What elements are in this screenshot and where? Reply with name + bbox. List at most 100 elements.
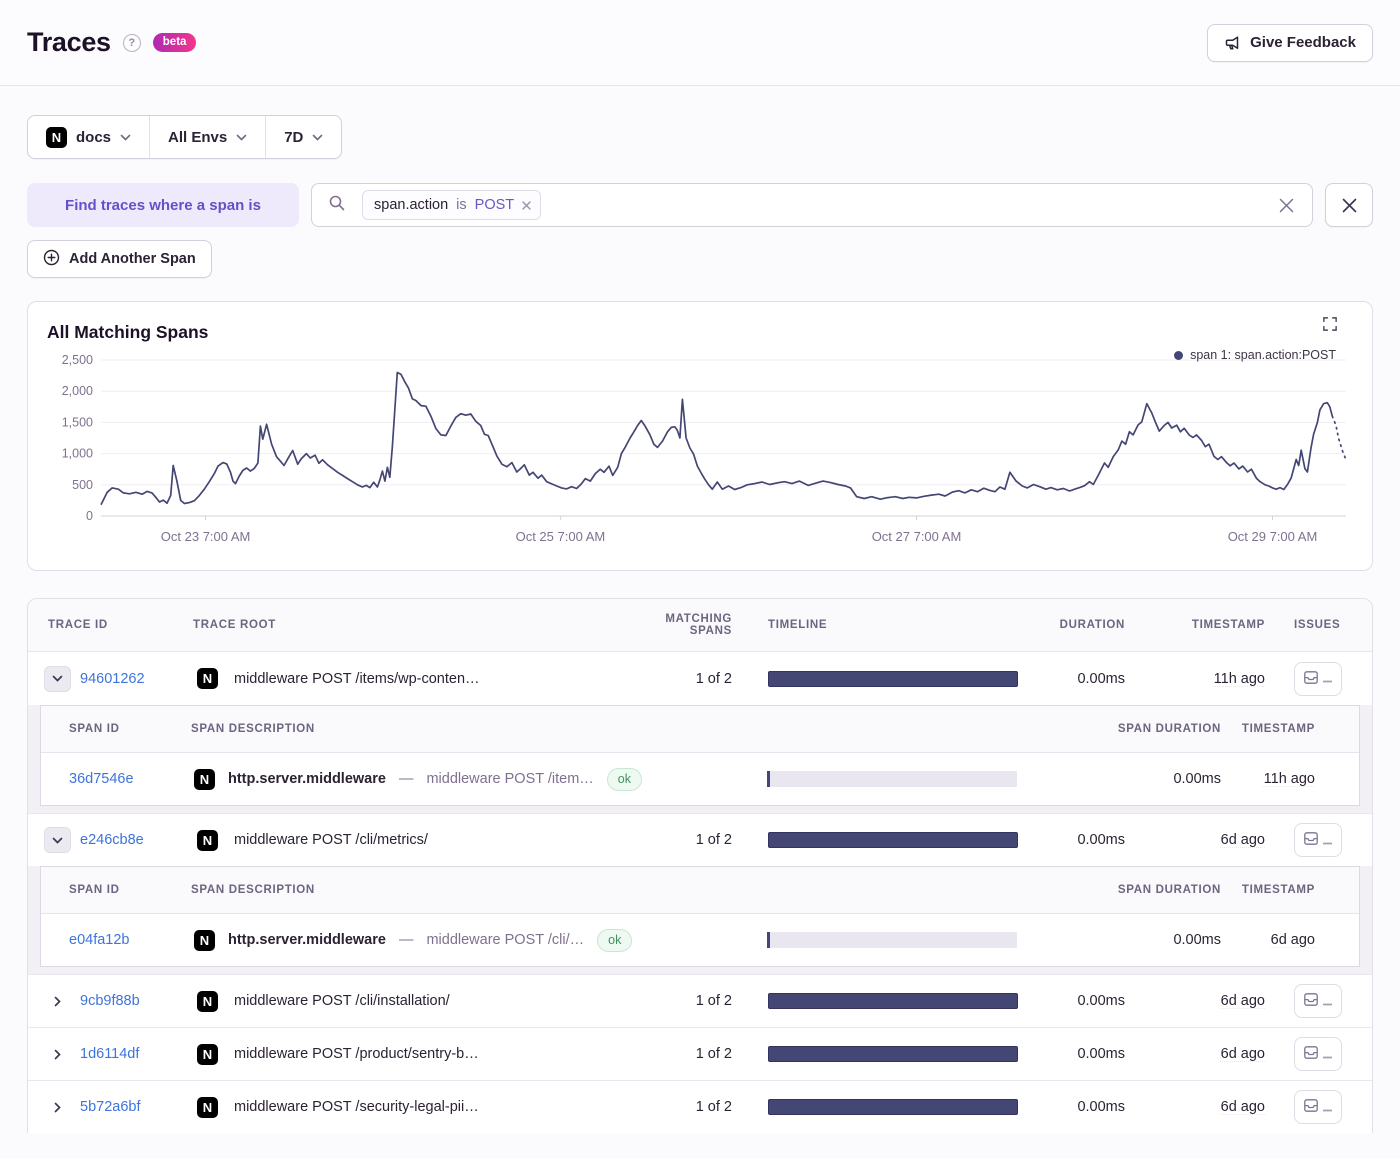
chart-legend[interactable]: span 1: span.action:POST — [1174, 348, 1336, 362]
span-duration-value: 0.00ms — [1036, 771, 1221, 787]
date-range-filter[interactable]: 7D — [265, 116, 341, 158]
trace-row: 5b72a6bf N middleware POST /security-leg… — [28, 1080, 1372, 1133]
nextjs-project-icon: N — [197, 668, 218, 689]
col-header-span-id: SPAN ID — [41, 723, 191, 735]
nextjs-project-icon: N — [194, 769, 215, 790]
inbox-icon — [1304, 671, 1318, 687]
nextjs-project-icon: N — [197, 830, 218, 851]
timestamp-value: 11h ago — [1214, 671, 1265, 687]
expand-row-button[interactable] — [44, 666, 71, 692]
span-timeline-tick — [767, 932, 770, 948]
svg-text:1,500: 1,500 — [62, 415, 93, 429]
add-another-span-label: Add Another Span — [69, 251, 196, 267]
col-header-timestamp: TIMESTAMP — [1137, 619, 1277, 631]
span-timeline-bar[interactable] — [767, 932, 1017, 948]
give-feedback-button[interactable]: Give Feedback — [1207, 24, 1373, 62]
trace-id-link[interactable]: e246cb8e — [80, 832, 144, 848]
timeline-bar[interactable] — [768, 993, 1018, 1009]
span-operation: http.server.middleware — [228, 771, 386, 787]
chart-title: All Matching Spans — [28, 302, 1372, 343]
span-duration-value: 0.00ms — [1036, 932, 1221, 948]
inbox-icon — [1304, 1046, 1318, 1062]
table-header-row: TRACE ID TRACE ROOT MATCHING SPANS TIMEL… — [28, 599, 1372, 652]
matching-spans-count: 1 of 2 — [622, 671, 732, 687]
duration-value: 0.00ms — [1022, 1099, 1137, 1115]
token-value[interactable]: POST — [475, 197, 514, 213]
issues-button[interactable] — [1294, 984, 1342, 1018]
trace-root-text: middleware POST /items/wp-conten… — [234, 671, 480, 687]
timestamp-value: 6d ago — [1221, 993, 1265, 1009]
minus-icon — [1323, 1100, 1332, 1115]
timeline-bar[interactable] — [768, 671, 1018, 687]
span-timeline-bar[interactable] — [767, 771, 1017, 787]
spans-line-chart[interactable]: 05001,0001,5002,0002,500Oct 23 7:00 AMOc… — [28, 344, 1372, 566]
issues-button[interactable] — [1294, 662, 1342, 696]
svg-text:Oct 25 7:00 AM: Oct 25 7:00 AM — [516, 529, 606, 544]
inbox-icon — [1304, 832, 1318, 848]
span-id-link[interactable]: 36d7546e — [69, 771, 134, 787]
minus-icon — [1323, 1047, 1332, 1062]
add-another-span-button[interactable]: Add Another Span — [27, 240, 212, 278]
col-header-trace-root: TRACE ROOT — [193, 619, 622, 631]
project-filter-label: docs — [76, 129, 111, 146]
traces-table: TRACE ID TRACE ROOT MATCHING SPANS TIMEL… — [27, 598, 1373, 1133]
span-search-input[interactable]: span.action is POST — [311, 183, 1313, 227]
expanded-spans-section: SPAN ID SPAN DESCRIPTION SPAN DURATION T… — [28, 866, 1372, 974]
clear-search-icon[interactable] — [1275, 194, 1298, 217]
duration-value: 0.00ms — [1022, 993, 1137, 1009]
chevron-down-icon — [120, 134, 131, 141]
issues-button[interactable] — [1294, 1037, 1342, 1071]
matching-spans-count: 1 of 2 — [622, 1046, 732, 1062]
chevron-down-icon — [312, 134, 323, 141]
expand-row-button[interactable] — [44, 1041, 71, 1067]
legend-dot-icon — [1174, 351, 1183, 360]
trace-id-link[interactable]: 1d6114df — [80, 1046, 139, 1062]
timeline-bar[interactable] — [768, 1046, 1018, 1062]
col-header-span-duration: SPAN DURATION — [1036, 884, 1221, 896]
trace-root-text: middleware POST /cli/metrics/ — [234, 832, 428, 848]
remove-span-filter-button[interactable] — [1325, 183, 1373, 227]
span-id-link[interactable]: e04fa12b — [69, 932, 129, 948]
inbox-icon — [1304, 1099, 1318, 1115]
svg-text:Oct 27 7:00 AM: Oct 27 7:00 AM — [872, 529, 962, 544]
svg-text:0: 0 — [86, 509, 93, 523]
environment-filter[interactable]: All Envs — [149, 116, 265, 158]
issues-button[interactable] — [1294, 1090, 1342, 1124]
legend-label: span 1: span.action:POST — [1190, 348, 1336, 362]
span-description-text: middleware POST /item… — [426, 771, 593, 787]
trace-id-link[interactable]: 5b72a6bf — [80, 1099, 140, 1115]
trace-row: e246cb8e N middleware POST /cli/metrics/… — [28, 813, 1372, 866]
timestamp-value: 6d ago — [1221, 832, 1265, 848]
span-table-header-row: SPAN ID SPAN DESCRIPTION SPAN DURATION T… — [41, 706, 1359, 753]
give-feedback-label: Give Feedback — [1250, 34, 1356, 51]
col-header-matching-spans: MATCHING SPANS — [622, 613, 732, 637]
fullscreen-expand-icon[interactable] — [1323, 317, 1337, 336]
project-filter[interactable]: N docs — [28, 116, 149, 158]
timeline-bar[interactable] — [768, 832, 1018, 848]
duration-value: 0.00ms — [1022, 671, 1137, 687]
trace-id-link[interactable]: 94601262 — [80, 671, 145, 687]
page-header: Traces ? beta Give Feedback — [0, 0, 1400, 86]
token-remove-icon[interactable] — [522, 201, 531, 210]
span-operation: http.server.middleware — [228, 932, 386, 948]
span-row: 36d7546e N http.server.middleware — midd… — [41, 753, 1359, 805]
nextjs-project-icon: N — [197, 1044, 218, 1065]
col-header-trace-id: TRACE ID — [28, 619, 193, 631]
col-header-timeline: TIMELINE — [732, 619, 1022, 631]
trace-root-text: middleware POST /cli/installation/ — [234, 993, 450, 1009]
token-operator[interactable]: is — [456, 197, 466, 213]
span-description-text: middleware POST /cli/… — [426, 932, 584, 948]
issues-button[interactable] — [1294, 823, 1342, 857]
timeline-bar[interactable] — [768, 1099, 1018, 1115]
expand-row-button[interactable] — [44, 1094, 71, 1120]
expand-row-button[interactable] — [44, 827, 71, 853]
duration-value: 0.00ms — [1022, 832, 1137, 848]
svg-text:Oct 23 7:00 AM: Oct 23 7:00 AM — [161, 529, 251, 544]
expand-row-button[interactable] — [44, 988, 71, 1014]
span-timeline-tick — [767, 771, 770, 787]
help-icon[interactable]: ? — [123, 34, 141, 52]
page-title: Traces — [27, 27, 111, 58]
filter-token[interactable]: span.action is POST — [362, 190, 541, 220]
trace-id-link[interactable]: 9cb9f88b — [80, 993, 140, 1009]
timestamp-value: 6d ago — [1221, 1099, 1265, 1115]
